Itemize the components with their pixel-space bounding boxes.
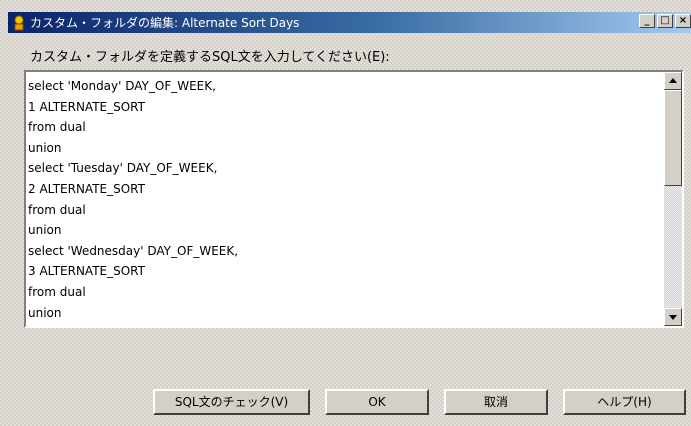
- sql-textarea[interactable]: select 'Monday' DAY_OF_WEEK, 1 ALTERNATE…: [24, 70, 684, 328]
- sql-text[interactable]: select 'Monday' DAY_OF_WEEK, 1 ALTERNATE…: [28, 76, 656, 326]
- minimize-button[interactable]: _: [639, 14, 655, 28]
- sql-line: 2 ALTERNATE_SORT: [28, 181, 145, 196]
- sql-line: select 'Wednesday' DAY_OF_WEEK,: [28, 243, 239, 258]
- sql-line: 1 ALTERNATE_SORT: [28, 99, 145, 114]
- cancel-button[interactable]: 取消: [444, 389, 548, 415]
- scroll-up-button[interactable]: [664, 72, 682, 90]
- sql-input-label: カスタム・フォルダを定義するSQL文を入力してください(E):: [30, 50, 390, 65]
- sql-line: 3 ALTERNATE_SORT: [28, 264, 145, 279]
- help-button[interactable]: ヘルプ(H): [563, 389, 686, 415]
- sql-line: from dual: [28, 284, 86, 299]
- maximize-button[interactable]: □: [657, 14, 673, 28]
- sql-line: union: [28, 140, 62, 155]
- sql-line: from dual: [28, 120, 86, 135]
- sql-line: union: [28, 305, 62, 320]
- sql-line: select 'Tuesday' DAY_OF_WEEK,: [28, 161, 218, 176]
- arrow-down-icon: [669, 315, 677, 320]
- arrow-up-icon: [669, 78, 677, 83]
- window-title: カスタム・フォルダの編集: Alternate Sort Days: [30, 16, 300, 30]
- vertical-scrollbar[interactable]: [664, 72, 682, 326]
- custom-folder-dialog: カスタム・フォルダの編集: Alternate Sort Days _ □ × …: [0, 0, 691, 426]
- title-bar[interactable]: カスタム・フォルダの編集: Alternate Sort Days _ □ ×: [8, 12, 691, 33]
- window-controls: _ □ ×: [639, 14, 691, 28]
- app-icon: [11, 15, 27, 31]
- ok-button[interactable]: OK: [325, 389, 429, 415]
- check-sql-button[interactable]: SQL文のチェック(V): [153, 389, 310, 415]
- scroll-thumb[interactable]: [664, 90, 682, 186]
- sql-line: union: [28, 223, 62, 238]
- scroll-down-button[interactable]: [664, 308, 682, 326]
- sql-line: select 'Monday' DAY_OF_WEEK,: [28, 79, 216, 93]
- close-button[interactable]: ×: [675, 14, 691, 28]
- sql-line: from dual: [28, 202, 86, 217]
